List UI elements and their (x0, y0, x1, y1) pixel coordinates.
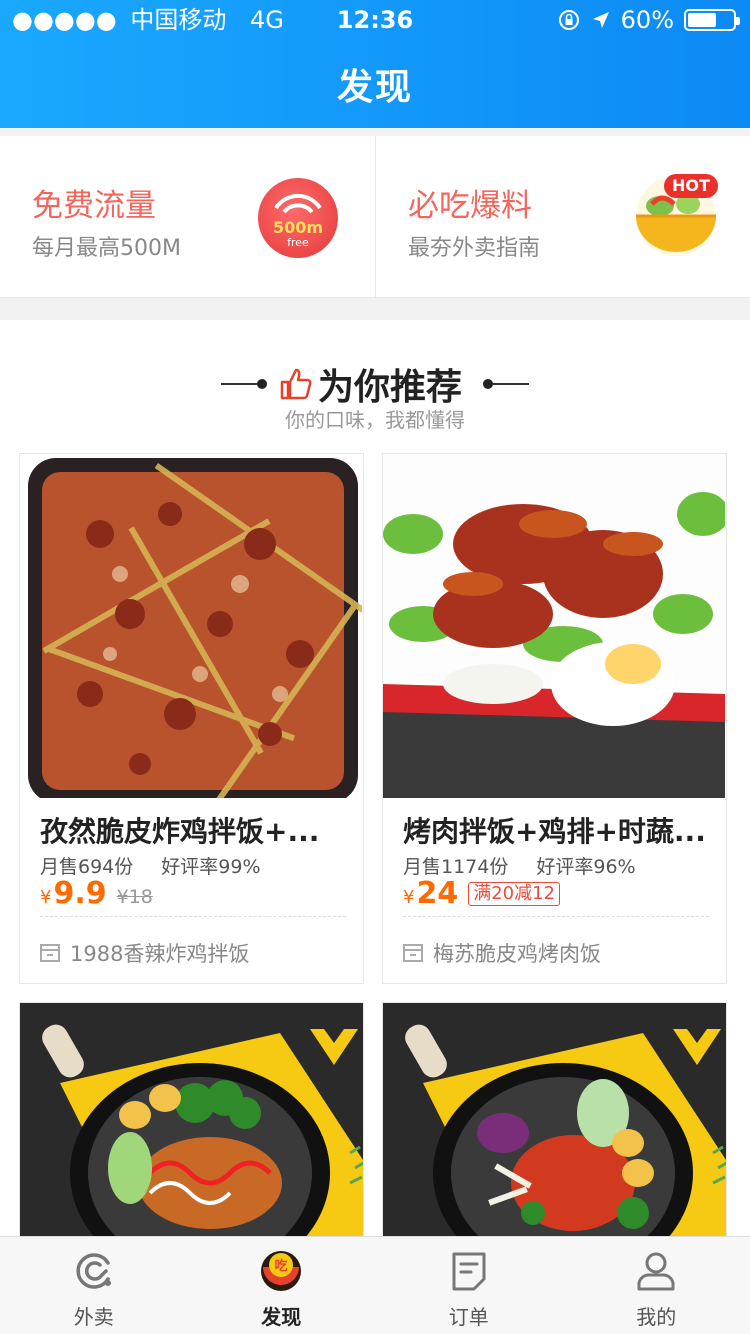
tab-orders[interactable]: 订单 (375, 1237, 563, 1334)
tab-label: 发现 (261, 1305, 302, 1329)
badge-main-text: 500m (272, 218, 324, 237)
food-card[interactable]: 孜然脆皮炸鸡拌饭+... 月售694份 好评率99% ¥ 9.9 ¥18 1988… (19, 453, 364, 984)
rating: 好评率99% (161, 856, 261, 878)
food-photo (383, 454, 725, 798)
food-photo (20, 1003, 363, 1241)
currency-symbol: ¥ (40, 887, 52, 908)
food-card[interactable] (382, 1002, 727, 1242)
divider-dot (483, 379, 494, 389)
currency-symbol: ¥ (403, 887, 415, 908)
food-image (20, 454, 362, 798)
eleme-icon (76, 1253, 111, 1289)
food-name: 孜然脆皮炸鸡拌饭+... (40, 815, 320, 848)
tab-bar: 外卖 吃 发现 订单 我的 (0, 1236, 750, 1334)
divider-dot (256, 379, 267, 389)
food-card[interactable]: 烤肉拌饭+鸡排+时蔬... 月售1174份 好评率96% ¥ 24 满20减12 … (382, 453, 727, 984)
promo-title: 免费流量 (32, 188, 156, 224)
tab-discover[interactable]: 吃 发现 (188, 1237, 376, 1334)
badge-sub-text: free (287, 236, 309, 249)
battery-percent: 60% (620, 6, 674, 34)
shop-row: 梅苏脆皮鸡烤肉饭 (403, 938, 601, 968)
food-image (383, 454, 725, 798)
discover-icon: 吃 (261, 1251, 302, 1291)
food-stats: 月售1174份 好评率96% (403, 852, 636, 879)
promo-title: 必吃爆料 (408, 188, 532, 224)
monthly-sales: 月售1174份 (403, 856, 509, 878)
old-price: ¥18 (116, 886, 153, 908)
status-bar: ●●●●● 中国移动 4G 12:36 60% (0, 0, 750, 40)
wifi-icon (274, 193, 322, 214)
recommend-title: 为你推荐 (317, 367, 462, 408)
tab-label: 我的 (636, 1305, 677, 1329)
food-name: 烤肉拌饭+鸡排+时蔬... (403, 815, 706, 848)
rating: 好评率96% (536, 856, 636, 878)
price-row: ¥ 24 满20减12 (403, 876, 561, 912)
order-icon (452, 1252, 486, 1291)
food-card[interactable] (19, 1002, 364, 1242)
divider (40, 916, 346, 917)
discount-badge: 满20减12 (468, 882, 561, 906)
rotation-lock-icon (558, 10, 579, 30)
food-photo (383, 1003, 726, 1241)
profile-icon (637, 1252, 675, 1291)
hot-tag: HOT (664, 174, 718, 198)
status-right: 60% (557, 0, 740, 40)
thumbs-up-icon (280, 368, 312, 400)
tab-takeout[interactable]: 外卖 (0, 1237, 188, 1334)
store-icon (403, 944, 423, 962)
divider (403, 916, 709, 917)
divider-line (220, 383, 257, 385)
store-icon (40, 944, 60, 962)
svg-text:吃: 吃 (275, 1258, 288, 1274)
recommend-subtitle: 你的口味，我都懂得 (285, 408, 465, 432)
location-icon (592, 12, 609, 28)
shop-name: 1988香辣炸鸡拌饭 (70, 942, 250, 966)
food-photo (28, 458, 362, 798)
monthly-sales: 月售694份 (40, 856, 134, 878)
recommend-header: 为你推荐 (0, 358, 750, 408)
price-row: ¥ 9.9 ¥18 (40, 876, 153, 912)
page-title: 发现 (336, 67, 413, 108)
tab-label: 订单 (448, 1305, 489, 1329)
price: 24 (416, 876, 459, 911)
free-data-badge-icon: 500m free (258, 178, 338, 258)
shop-row: 1988香辣炸鸡拌饭 (40, 938, 249, 968)
promo-subtitle: 最夯外卖指南 (408, 236, 541, 261)
shop-name: 梅苏脆皮鸡烤肉饭 (433, 942, 601, 966)
tab-profile[interactable]: 我的 (563, 1237, 750, 1334)
battery-icon (684, 9, 740, 31)
promo-subtitle: 每月最高500M (32, 236, 181, 261)
price: 9.9 (53, 876, 107, 911)
tab-label: 外卖 (73, 1305, 114, 1329)
header: ●●●●● 中国移动 4G 12:36 60% 发现 (0, 0, 750, 128)
food-stats: 月售694份 好评率99% (40, 852, 261, 879)
divider-line (493, 383, 530, 385)
